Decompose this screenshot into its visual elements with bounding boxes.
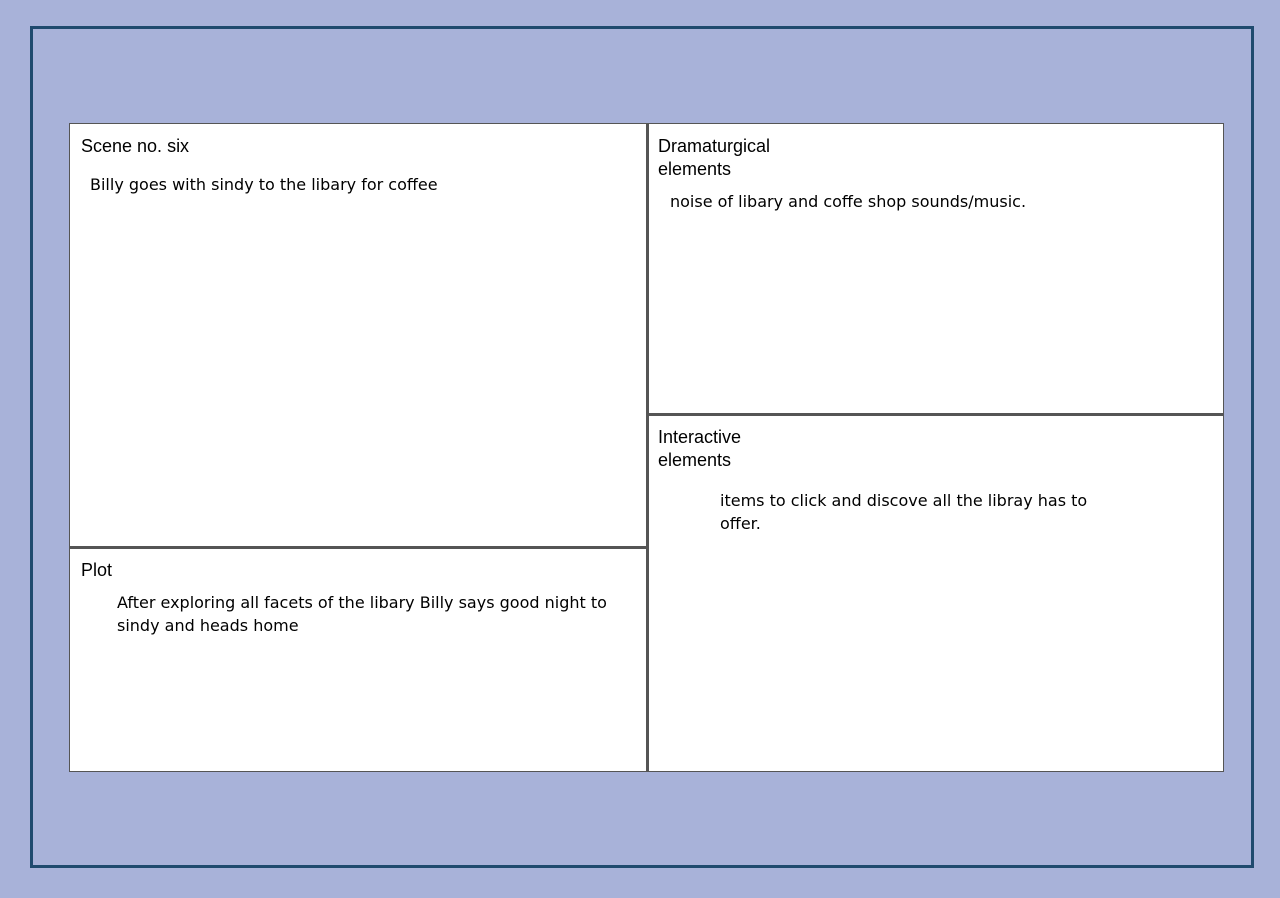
storyboard-card: Scene no. six Billy goes with sindy to t… [69,123,1224,772]
right-horizontal-divider [649,413,1223,416]
dramaturgical-elements-title: Dramaturgical elements [658,136,771,179]
interactive-elements-title: Interactive elements [658,427,742,470]
vertical-divider [646,124,649,771]
plot-description[interactable]: After exploring all facets of the libary… [117,591,617,637]
dramaturgical-elements-description[interactable]: noise of libary and coffe shop sounds/mu… [670,190,1190,213]
scene-title: Scene no. six [81,136,190,156]
interactive-elements-description[interactable]: items to click and discove all the libra… [720,489,1120,535]
scene-description[interactable]: Billy goes with sindy to the libary for … [90,173,630,196]
plot-title: Plot [81,560,113,580]
left-horizontal-divider [70,546,646,549]
